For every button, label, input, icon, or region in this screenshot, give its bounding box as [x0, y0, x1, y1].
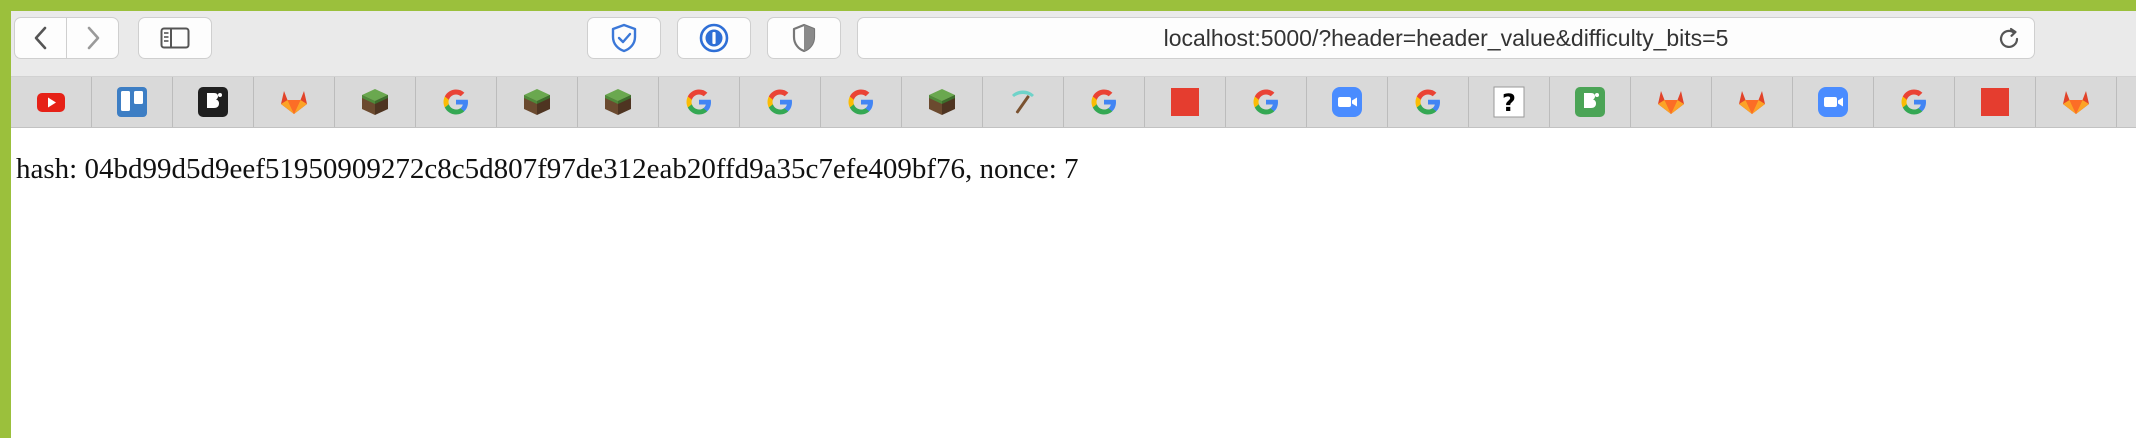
favorite-item[interactable] — [740, 77, 821, 127]
favorite-item[interactable] — [1793, 77, 1874, 127]
reload-icon — [1999, 27, 2019, 48]
bitbucket-green-icon — [1575, 87, 1605, 117]
nav-button-group — [14, 17, 119, 59]
gitlab-icon — [1739, 91, 1765, 114]
minecraft-block-icon — [929, 89, 955, 115]
favorite-item[interactable] — [1226, 77, 1307, 127]
google-icon — [1091, 89, 1116, 115]
google-icon — [1901, 89, 1926, 115]
google-icon — [1253, 89, 1278, 115]
reload-button[interactable] — [1996, 26, 2022, 52]
favorite-item[interactable] — [335, 77, 416, 127]
extension-button-adguard[interactable] — [587, 17, 661, 59]
favorite-item[interactable] — [173, 77, 254, 127]
favorite-item[interactable] — [1874, 77, 1955, 127]
google-icon — [1415, 89, 1440, 115]
favorite-item[interactable] — [416, 77, 497, 127]
minecraft-block-icon — [524, 89, 550, 115]
pickaxe-icon — [1012, 90, 1034, 114]
minecraft-block-icon — [362, 89, 388, 115]
zoom-icon — [1818, 87, 1848, 117]
favorites-bar: ? — [11, 77, 2136, 128]
back-button[interactable] — [15, 18, 66, 58]
gitlab-icon — [2063, 91, 2089, 114]
youtube-icon — [37, 93, 65, 112]
page-output-text: hash: 04bd99d5d9eef51950909272c8c5d807f9… — [16, 153, 1079, 185]
gitlab-icon — [281, 91, 307, 114]
favorite-item[interactable] — [1631, 77, 1712, 127]
favorite-item[interactable] — [254, 77, 335, 127]
extension-button-1password[interactable] — [677, 17, 751, 59]
url-text[interactable]: localhost:5000/?header=header_value&diff… — [858, 18, 2034, 58]
favorite-item[interactable]: ? — [1469, 77, 1550, 127]
favorite-item[interactable] — [2036, 77, 2117, 127]
google-icon — [848, 89, 873, 115]
favorite-item[interactable] — [902, 77, 983, 127]
red-square-icon — [1981, 88, 2009, 116]
favorite-item[interactable] — [11, 77, 92, 127]
favorite-item[interactable] — [1712, 77, 1793, 127]
favorite-item[interactable] — [1064, 77, 1145, 127]
favorite-item[interactable] — [1307, 77, 1388, 127]
svg-text:?: ? — [1502, 89, 1516, 117]
forward-button[interactable] — [67, 18, 118, 58]
browser-window: localhost:5000/?header=header_value&diff… — [11, 11, 2136, 438]
red-square-icon — [1171, 88, 1199, 116]
favorite-item[interactable] — [578, 77, 659, 127]
google-icon — [767, 89, 792, 115]
favorite-item[interactable] — [821, 77, 902, 127]
browser-toolbar: localhost:5000/?header=header_value&diff… — [11, 11, 2136, 77]
privacy-shield-icon — [792, 23, 816, 53]
question-mark-icon: ? — [1493, 86, 1525, 118]
password-manager-icon — [699, 23, 729, 53]
minecraft-block-icon — [605, 89, 631, 115]
bitbucket-icon — [198, 87, 228, 117]
trello-icon — [117, 87, 147, 117]
favorite-item[interactable] — [659, 77, 740, 127]
sidebar-button[interactable] — [138, 17, 212, 59]
google-icon — [686, 89, 711, 115]
favorite-item[interactable] — [1550, 77, 1631, 127]
zoom-icon — [1332, 87, 1362, 117]
chevron-left-icon — [34, 26, 46, 50]
gitlab-icon — [1658, 91, 1684, 114]
shield-check-icon — [611, 23, 637, 53]
favorite-item[interactable] — [92, 77, 173, 127]
google-icon — [443, 89, 468, 115]
sidebar-icon — [160, 27, 190, 49]
favorite-item[interactable] — [1388, 77, 1469, 127]
chevron-right-icon — [87, 26, 99, 50]
address-bar[interactable]: localhost:5000/?header=header_value&diff… — [857, 17, 2035, 59]
favorite-item[interactable] — [1955, 77, 2036, 127]
extension-button-privacy[interactable] — [767, 17, 841, 59]
favorite-item[interactable] — [497, 77, 578, 127]
favorite-item[interactable] — [1145, 77, 1226, 127]
favorite-item[interactable] — [983, 77, 1064, 127]
